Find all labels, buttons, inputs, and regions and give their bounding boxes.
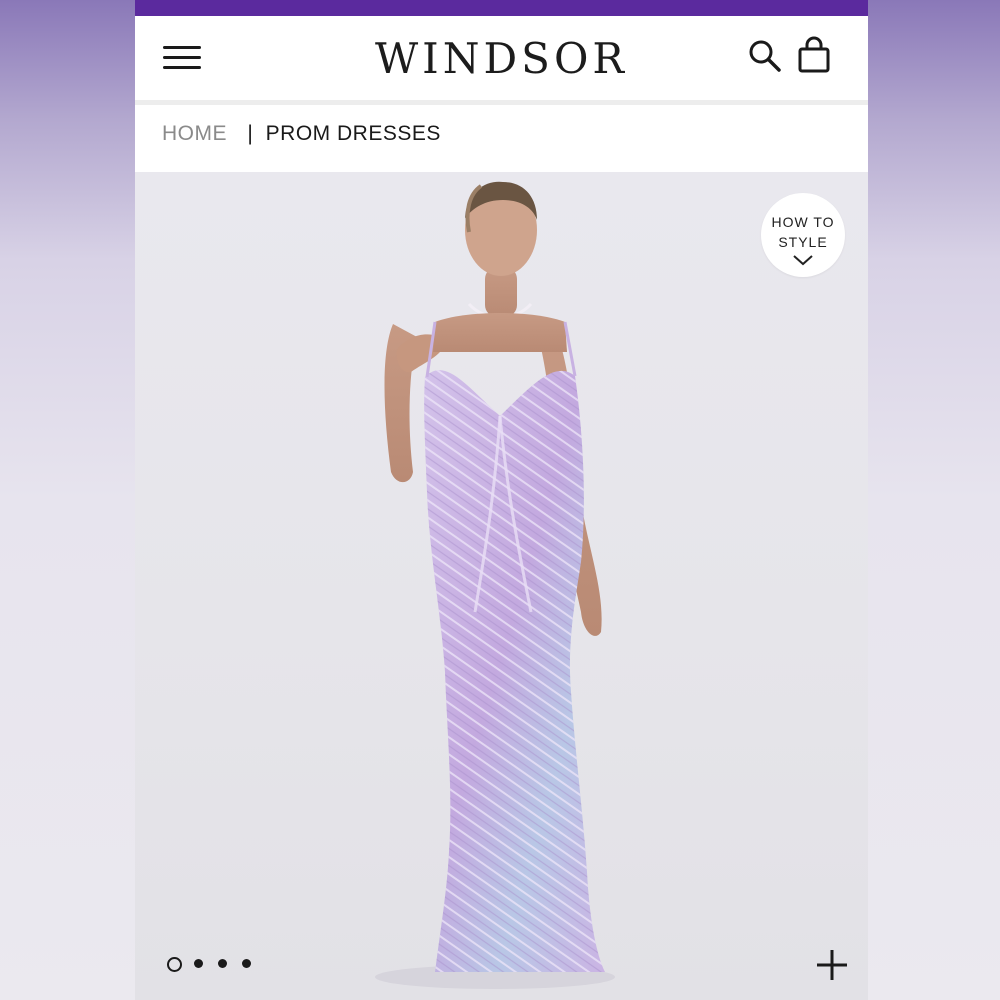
how-to-style-button[interactable]: HOW TO STYLE (761, 193, 845, 277)
header-divider (135, 100, 868, 105)
how-to-style-label-line1: HOW TO (771, 214, 835, 230)
search-icon[interactable] (747, 38, 783, 74)
shopping-bag-icon[interactable] (797, 36, 831, 74)
carousel-dot-4[interactable] (242, 959, 251, 968)
breadcrumb-separator: | (247, 122, 254, 145)
site-header: WINDSOR (135, 16, 868, 100)
carousel-dot-3[interactable] (218, 959, 227, 968)
breadcrumb: HOME | PROM DRESSES (162, 122, 441, 152)
chevron-down-icon (793, 255, 813, 266)
carousel-dot-1[interactable] (167, 957, 182, 972)
plus-icon[interactable] (815, 948, 849, 982)
app-frame: WINDSOR HOME | PROM DRESSES HOW TO STYLE (135, 0, 868, 1000)
promo-banner[interactable] (135, 0, 868, 16)
breadcrumb-home-link[interactable]: HOME (162, 122, 227, 145)
carousel-dot-2[interactable] (194, 959, 203, 968)
breadcrumb-current: PROM DRESSES (265, 122, 441, 145)
product-image-carousel[interactable]: HOW TO STYLE (135, 172, 868, 1000)
how-to-style-label-line2: STYLE (778, 234, 828, 250)
product-photo (375, 181, 615, 989)
